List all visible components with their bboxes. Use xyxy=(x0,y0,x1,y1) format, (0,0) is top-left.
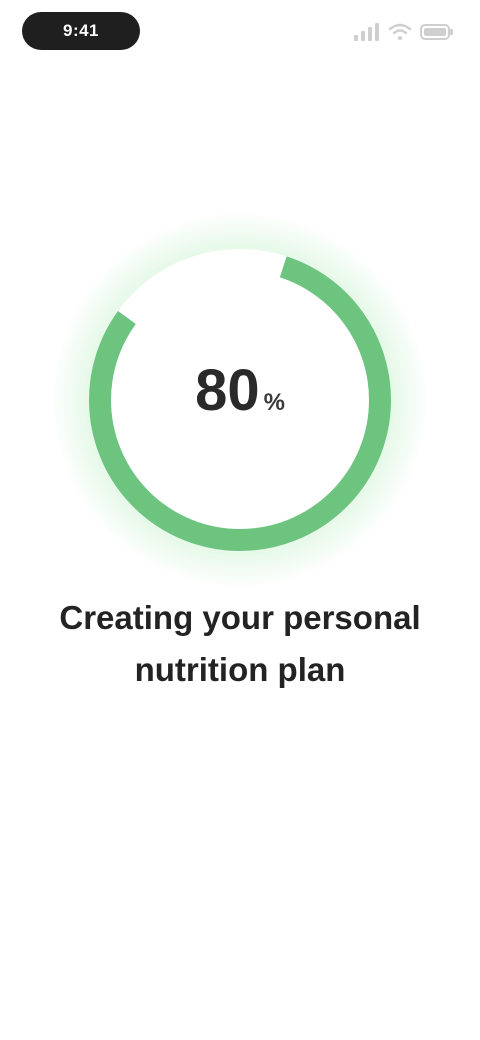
progress-center: 80 % xyxy=(84,244,396,556)
wifi-icon xyxy=(388,23,412,40)
progress-value: 80 xyxy=(195,358,260,423)
progress-value-row: 80 % xyxy=(195,362,285,420)
status-bar: 9:41 xyxy=(0,0,480,64)
progress-unit: % xyxy=(263,389,285,416)
progress-ring: 80 % xyxy=(54,214,426,586)
page-title: Creating your personal nutrition plan xyxy=(59,599,421,688)
battery-icon xyxy=(420,24,453,40)
status-time: 9:41 xyxy=(22,12,140,50)
status-icons xyxy=(354,20,454,44)
loading-screen: 9:41 80 % Creating your personal nutriti… xyxy=(0,0,480,1040)
signal-icon xyxy=(354,23,379,41)
